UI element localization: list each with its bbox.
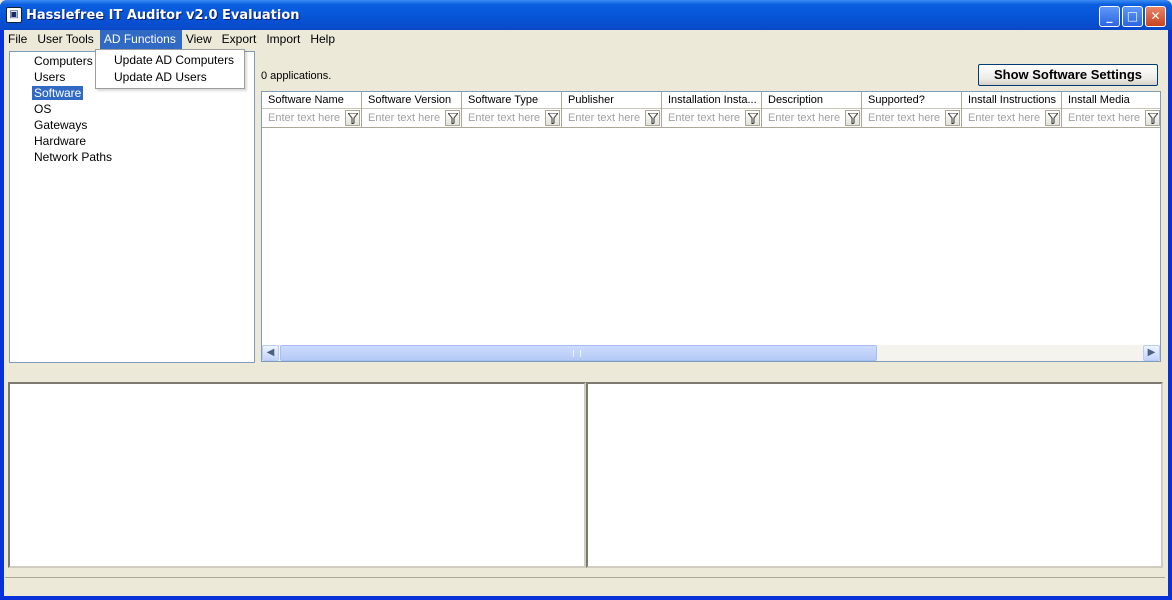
menu-bar: File User Tools AD Functions View Export…	[4, 30, 1168, 49]
funnel-icon[interactable]	[945, 110, 960, 126]
menu-item-update-ad-users[interactable]: Update AD Users	[96, 67, 244, 84]
status-bar	[5, 577, 1165, 595]
filter-input[interactable]: Enter text here	[1068, 112, 1140, 124]
column-header-install-media[interactable]: Install Media	[1062, 92, 1160, 109]
grip-icon	[573, 350, 581, 357]
filter-cell: Enter text here	[462, 109, 562, 128]
tree-item-os[interactable]: OS	[32, 102, 53, 116]
funnel-icon[interactable]	[1145, 110, 1160, 126]
funnel-icon[interactable]	[545, 110, 560, 126]
filter-cell: Enter text here	[262, 109, 362, 128]
filter-cell: Enter text here	[862, 109, 962, 128]
software-grid: Software Name Software Version Software …	[261, 91, 1161, 362]
filter-cell: Enter text here	[662, 109, 762, 128]
filter-input[interactable]: Enter text here	[668, 112, 740, 124]
filter-cell: Enter text here	[562, 109, 662, 128]
client-area: File User Tools AD Functions View Export…	[4, 30, 1168, 596]
title-bar[interactable]: ▣ Hasslefree IT Auditor v2.0 Evaluation …	[0, 0, 1172, 30]
detail-panel-right	[586, 382, 1163, 568]
funnel-icon[interactable]	[345, 110, 360, 126]
funnel-icon[interactable]	[845, 110, 860, 126]
column-header-supported[interactable]: Supported?	[862, 92, 962, 109]
ad-functions-dropdown: Update AD Computers Update AD Users	[95, 49, 245, 89]
menu-help[interactable]: Help	[306, 30, 341, 49]
column-header-description[interactable]: Description	[762, 92, 862, 109]
funnel-icon[interactable]	[745, 110, 760, 126]
grid-header-row: Software Name Software Version Software …	[262, 92, 1160, 109]
column-header-install-instructions[interactable]: Install Instructions	[962, 92, 1062, 109]
app-window: ▣ Hasslefree IT Auditor v2.0 Evaluation …	[0, 0, 1172, 600]
tree-item-network-paths[interactable]: Network Paths	[32, 150, 114, 164]
tree-item-software[interactable]: Software	[32, 86, 84, 100]
maximize-button[interactable]: □	[1122, 6, 1143, 27]
filter-cell: Enter text here	[962, 109, 1062, 128]
menu-import[interactable]: Import	[262, 30, 306, 49]
tree-item-gateways[interactable]: Gateways	[32, 118, 89, 132]
application-count: 0 applications.	[261, 70, 332, 82]
tree-item-users[interactable]: Users	[32, 70, 67, 84]
grid-filter-row: Enter text here Enter text here Enter text…	[262, 109, 1160, 128]
window-title: Hasslefree IT Auditor v2.0 Evaluation	[26, 8, 300, 23]
menu-item-update-ad-computers[interactable]: Update AD Computers	[96, 50, 244, 67]
chevron-right-icon[interactable]: ▶	[1143, 345, 1160, 361]
column-header-installation-instance[interactable]: Installation Insta...	[662, 92, 762, 109]
filter-input[interactable]: Enter text here	[568, 112, 640, 124]
funnel-icon[interactable]	[1045, 110, 1060, 126]
menu-user-tools[interactable]: User Tools	[33, 30, 99, 49]
filter-input[interactable]: Enter text here	[768, 112, 840, 124]
filter-input[interactable]: Enter text here	[368, 112, 440, 124]
detail-panel-left	[8, 382, 586, 568]
tree-item-hardware[interactable]: Hardware	[32, 134, 88, 148]
close-button[interactable]: ✕	[1145, 6, 1166, 27]
monitor-icon[interactable]: ▣	[6, 7, 22, 23]
horizontal-scrollbar[interactable]: ◀ ▶	[262, 345, 1160, 361]
column-header-publisher[interactable]: Publisher	[562, 92, 662, 109]
filter-input[interactable]: Enter text here	[268, 112, 340, 124]
funnel-icon[interactable]	[445, 110, 460, 126]
funnel-icon[interactable]	[645, 110, 660, 126]
menu-ad-functions[interactable]: AD Functions	[99, 30, 182, 49]
column-header-software-name[interactable]: Software Name	[262, 92, 362, 109]
tree-item-computers[interactable]: Computers	[32, 54, 95, 68]
filter-input[interactable]: Enter text here	[868, 112, 940, 124]
filter-input[interactable]: Enter text here	[468, 112, 540, 124]
filter-input[interactable]: Enter text here	[968, 112, 1040, 124]
minimize-button[interactable]: _	[1099, 6, 1120, 27]
chevron-left-icon[interactable]: ◀	[262, 345, 279, 361]
filter-cell: Enter text here	[362, 109, 462, 128]
column-header-software-version[interactable]: Software Version	[362, 92, 462, 109]
menu-file[interactable]: File	[4, 30, 33, 49]
filter-cell: Enter text here	[762, 109, 862, 128]
menu-export[interactable]: Export	[218, 30, 263, 49]
scroll-thumb[interactable]	[280, 345, 877, 361]
navigation-tree: Computers Users Software OS Gateways Har…	[9, 51, 255, 363]
column-header-software-type[interactable]: Software Type	[462, 92, 562, 109]
menu-view[interactable]: View	[182, 30, 218, 49]
show-software-settings-button[interactable]: Show Software Settings	[978, 64, 1158, 86]
filter-cell: Enter text here	[1062, 109, 1160, 128]
